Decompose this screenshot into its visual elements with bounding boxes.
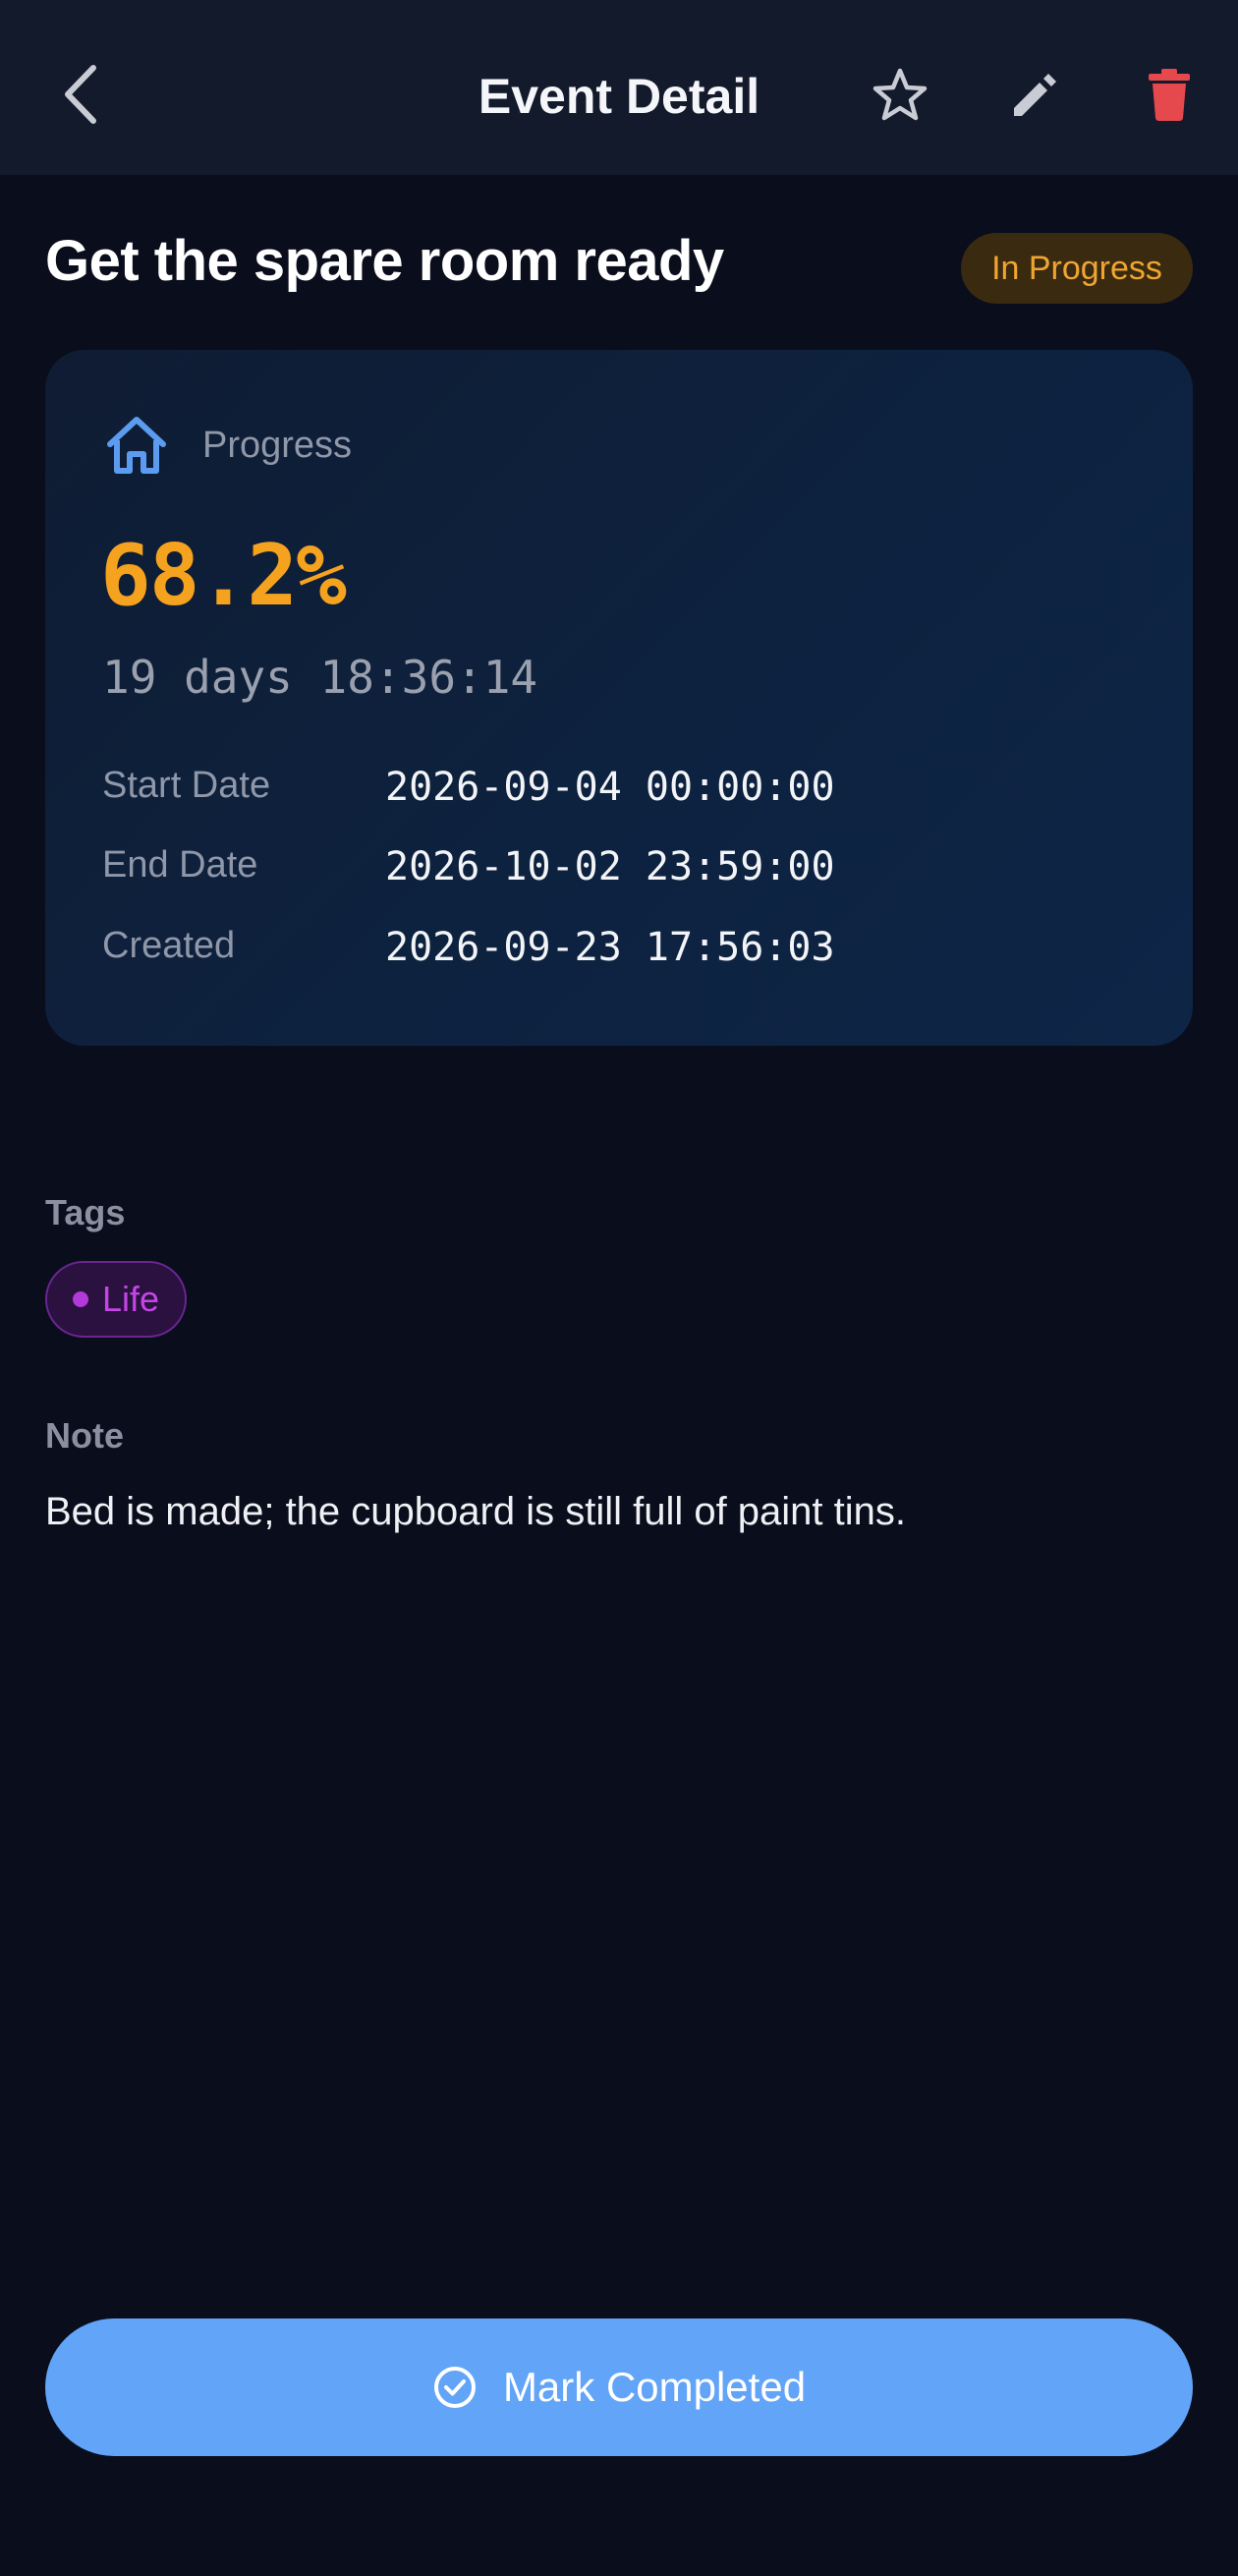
check-circle-icon <box>433 2367 476 2408</box>
end-date-label: End Date <box>102 844 258 886</box>
trash-icon <box>1149 69 1190 121</box>
start-date-label: Start Date <box>102 765 271 806</box>
tag-dot <box>72 1291 88 1307</box>
note-heading: Note <box>45 1415 124 1456</box>
back-button[interactable] <box>45 55 114 134</box>
event-title: Get the spare room ready <box>45 229 724 293</box>
start-date-row: Start Date 2026-09-04 00:00:00 <box>102 765 1144 824</box>
status-badge: In Progress <box>961 233 1193 304</box>
created-row: Created 2026-09-23 17:56:03 <box>102 925 1144 984</box>
tag-chip-life[interactable]: Life <box>45 1261 187 1338</box>
progress-card: Progress 68.2% 19 days 18:36:14 Start Da… <box>45 350 1193 1046</box>
edit-button[interactable] <box>996 55 1075 134</box>
progress-label: Progress <box>202 425 353 466</box>
tags-heading: Tags <box>45 1192 126 1232</box>
end-date-value: 2026-10-02 23:59:00 <box>385 844 835 889</box>
countdown-timer: 19 days 18:36:14 <box>102 651 538 704</box>
start-date-value: 2026-09-04 00:00:00 <box>385 765 835 810</box>
chevron-left-icon <box>65 65 96 124</box>
progress-percent: 68.2% <box>100 527 347 625</box>
note-text: Bed is made; the cupboard is still full … <box>45 1490 907 1533</box>
created-value: 2026-09-23 17:56:03 <box>385 925 835 970</box>
mark-completed-label: Mark Completed <box>502 2364 807 2410</box>
app-bar: Event Detail <box>0 0 1238 175</box>
favorite-button[interactable] <box>861 55 939 134</box>
mark-completed-button[interactable]: Mark Completed <box>45 2318 1193 2456</box>
end-date-row: End Date 2026-10-02 23:59:00 <box>102 844 1144 903</box>
tag-label: Life <box>101 1279 160 1319</box>
home-icon <box>107 417 166 474</box>
delete-button[interactable] <box>1130 55 1209 134</box>
pencil-icon <box>1014 74 1056 116</box>
star-outline-icon <box>872 68 928 121</box>
created-label: Created <box>102 925 236 966</box>
event-detail-screen: Event Detail Get the spare room ready In… <box>0 0 1238 2576</box>
